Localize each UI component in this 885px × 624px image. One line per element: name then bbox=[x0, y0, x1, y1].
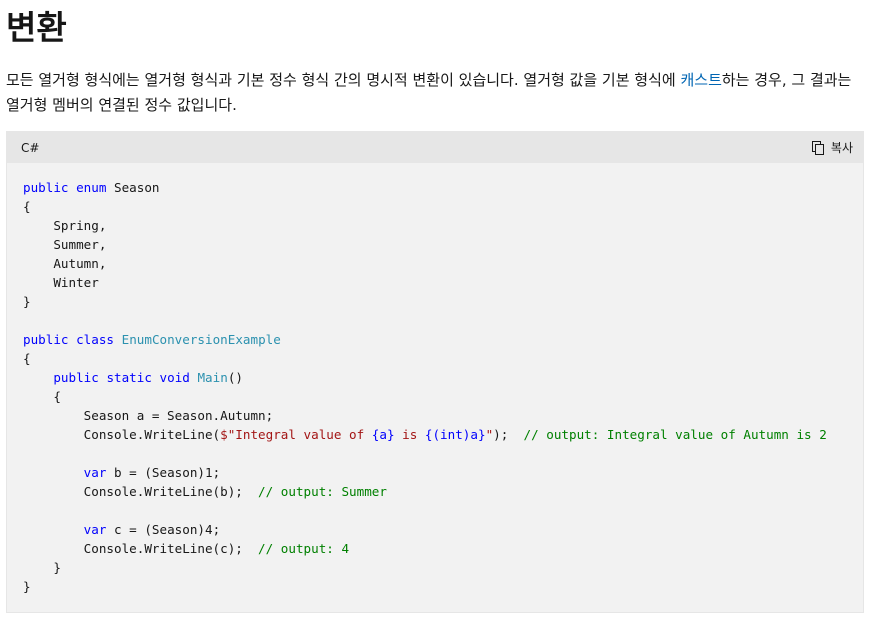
code-block: C# 복사 public enum Season { Spring, Summer… bbox=[6, 131, 864, 613]
code-token: public bbox=[53, 370, 99, 385]
code-token: // output: Integral value of Autumn is 2 bbox=[523, 427, 827, 442]
code-token: Summer, bbox=[23, 237, 107, 252]
code-token: Autumn, bbox=[23, 256, 107, 271]
copy-icon bbox=[811, 140, 825, 155]
code-token: c = (Season)4; bbox=[106, 522, 221, 537]
code-token: Main bbox=[197, 370, 228, 385]
code-token: EnumConversionExample bbox=[121, 332, 281, 347]
code-token: } bbox=[23, 579, 31, 594]
code-token: { bbox=[23, 199, 31, 214]
code-token: void bbox=[159, 370, 190, 385]
code-token: class bbox=[76, 332, 115, 347]
code-token: enum bbox=[76, 180, 107, 195]
code-token: { bbox=[23, 389, 61, 404]
code-line: { bbox=[23, 197, 847, 216]
code-token: $"Integral value of bbox=[220, 427, 372, 442]
code-token: () bbox=[227, 370, 243, 385]
code-token: b = (Season)1; bbox=[106, 465, 221, 480]
code-token: var bbox=[83, 465, 107, 480]
code-token: Console.WriteLine(c); bbox=[23, 541, 259, 556]
code-token: is bbox=[394, 427, 425, 442]
code-token: Console.WriteLine( bbox=[23, 427, 221, 442]
intro-text-before: 모든 열거형 형식에는 열거형 형식과 기본 정수 형식 간의 명시적 변환이 … bbox=[6, 71, 681, 89]
code-token: } bbox=[23, 294, 31, 309]
code-line: { bbox=[23, 349, 847, 368]
code-line: Console.WriteLine(b); // output: Summer bbox=[23, 482, 847, 501]
page-title: 변환 bbox=[6, 8, 67, 47]
code-token: } bbox=[23, 560, 61, 575]
code-line: Summer, bbox=[23, 235, 847, 254]
code-token: static bbox=[106, 370, 152, 385]
code-line: Autumn, bbox=[23, 254, 847, 273]
code-token: // output: 4 bbox=[258, 541, 350, 556]
code-token: Spring, bbox=[23, 218, 107, 233]
code-token: public bbox=[23, 180, 69, 195]
code-token: { bbox=[23, 351, 31, 366]
code-token: var bbox=[83, 522, 107, 537]
code-header: C# 복사 bbox=[7, 132, 863, 163]
code-line: Season a = Season.Autumn; bbox=[23, 406, 847, 425]
code-token: Season bbox=[106, 180, 160, 195]
code-line: var c = (Season)4; bbox=[23, 520, 847, 539]
code-token: {a} bbox=[371, 427, 395, 442]
code-token: {(int)a} bbox=[424, 427, 486, 442]
code-language-label: C# bbox=[21, 140, 40, 155]
copy-label: 복사 bbox=[830, 141, 853, 155]
code-token: Season a = Season.Autumn; bbox=[23, 408, 274, 423]
code-line: } bbox=[23, 577, 847, 596]
code-token: Winter bbox=[23, 275, 99, 290]
code-line: Winter bbox=[23, 273, 847, 292]
code-token: public bbox=[23, 332, 69, 347]
code-line: } bbox=[23, 558, 847, 577]
code-line: public class EnumConversionExample bbox=[23, 330, 847, 349]
code-line: } bbox=[23, 292, 847, 311]
code-line: public static void Main() bbox=[23, 368, 847, 387]
code-token: // output: Summer bbox=[258, 484, 387, 499]
code-line: var b = (Season)1; bbox=[23, 463, 847, 482]
code-line: Console.WriteLine($"Integral value of {a… bbox=[23, 425, 847, 444]
copy-button[interactable]: 복사 bbox=[811, 139, 853, 156]
code-line: { bbox=[23, 387, 847, 406]
code-line: Console.WriteLine(c); // output: 4 bbox=[23, 539, 847, 558]
code-token: Console.WriteLine(b); bbox=[23, 484, 259, 499]
cast-link[interactable]: 캐스트 bbox=[680, 71, 721, 89]
article: 변환 모든 열거형 형식에는 열거형 형식과 기본 정수 형식 간의 명시적 변… bbox=[0, 0, 885, 118]
code-line: public enum Season bbox=[23, 178, 847, 197]
code-content[interactable]: public enum Season { Spring, Summer, Autu… bbox=[7, 163, 863, 596]
code-token: ); bbox=[493, 427, 524, 442]
code-line: Spring, bbox=[23, 216, 847, 235]
intro-paragraph: 모든 열거형 형식에는 열거형 형식과 기본 정수 형식 간의 명시적 변환이 … bbox=[6, 68, 856, 118]
